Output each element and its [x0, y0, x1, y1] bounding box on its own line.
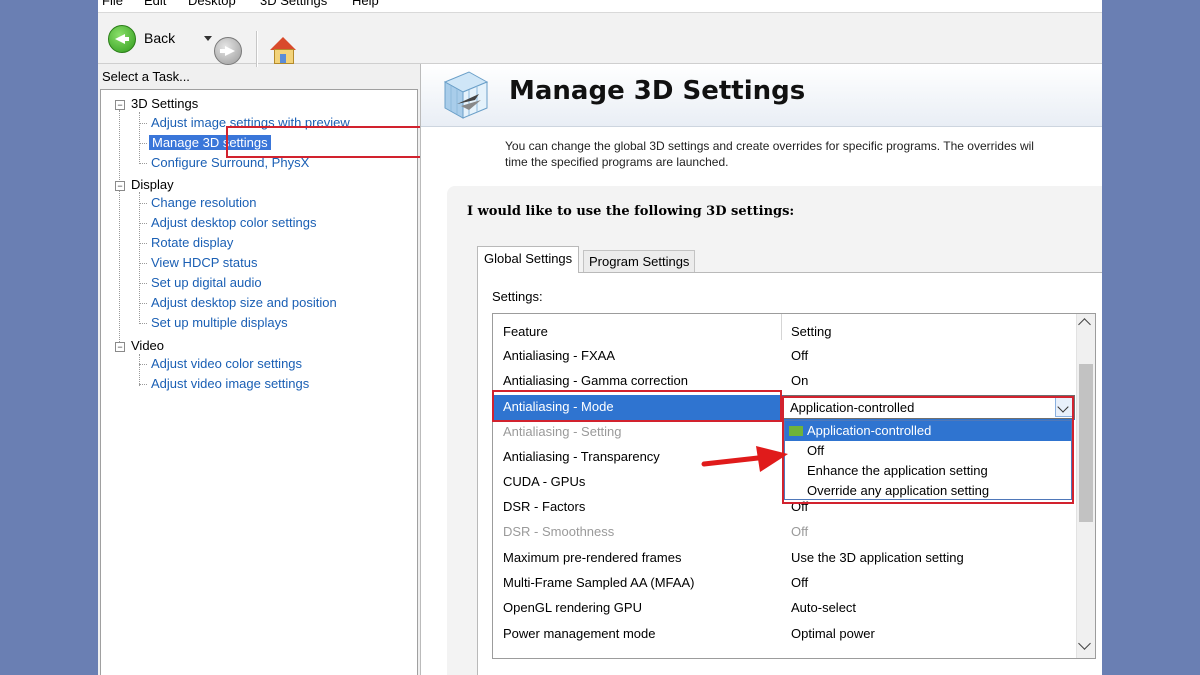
tree-branch — [139, 243, 147, 244]
tree-category-video[interactable]: Video — [131, 338, 164, 353]
tree-branch — [139, 323, 147, 324]
menu-bar: File Edit Desktop 3D Settings Help — [98, 0, 1102, 13]
home-icon-door — [280, 54, 286, 63]
tree-line — [139, 354, 140, 386]
table-row[interactable]: OpenGL rendering GPU Auto-select — [493, 596, 1075, 621]
menu-file[interactable]: File — [102, 0, 123, 8]
table-row[interactable]: Multi-Frame Sampled AA (MFAA) Off — [493, 571, 1075, 596]
table-row[interactable]: Power management mode Optimal power — [493, 622, 1075, 647]
page-description: You can change the global 3D settings an… — [505, 138, 1102, 170]
setting-cell: Use the 3D application setting — [791, 550, 964, 565]
tree-line — [119, 110, 120, 350]
task-pane-header: Select a Task... — [98, 64, 418, 88]
content-pane: Manage 3D Settings You can change the gl… — [420, 64, 1102, 675]
menu-desktop[interactable]: Desktop — [188, 0, 236, 8]
settings-label: Settings: — [492, 289, 543, 304]
scroll-down-icon[interactable] — [1078, 637, 1091, 650]
toolbar-separator — [256, 31, 258, 67]
red-arrow-icon — [701, 446, 788, 472]
forward-button[interactable] — [214, 37, 242, 65]
setting-cell: Off — [791, 524, 809, 539]
nvidia-control-panel-window: File Edit Desktop 3D Settings Help Back … — [98, 0, 1102, 675]
column-header-setting[interactable]: Setting — [791, 324, 831, 339]
table-row[interactable]: DSR - Smoothness Off — [493, 520, 1075, 545]
feature-cell: DSR - Factors — [503, 499, 586, 514]
highlight-box — [782, 396, 1074, 504]
column-header-feature[interactable]: Feature — [503, 324, 548, 339]
menu-help[interactable]: Help — [352, 0, 379, 8]
tab-program-settings[interactable]: Program Settings — [583, 250, 696, 273]
feature-cell: Antialiasing - Gamma correction — [503, 373, 688, 388]
feature-cell: Antialiasing - Transparency — [503, 449, 660, 464]
tree-branch — [139, 263, 147, 264]
tree-branch — [139, 143, 147, 144]
feature-cell: OpenGL rendering GPU — [503, 600, 642, 615]
tree-branch — [139, 364, 147, 365]
tree-category-display[interactable]: Display — [131, 177, 174, 192]
feature-cell: Antialiasing - Setting — [503, 424, 622, 439]
menu-3d-settings[interactable]: 3D Settings — [260, 0, 327, 8]
tree-line — [139, 192, 140, 324]
3d-settings-icon — [443, 71, 489, 119]
task-set-up-multiple-displays[interactable]: Set up multiple displays — [151, 315, 288, 330]
tree-branch — [139, 223, 147, 224]
feature-cell: Power management mode — [503, 626, 656, 641]
setting-cell: Off — [791, 348, 809, 363]
tree-line — [139, 112, 140, 164]
tab-global-settings[interactable]: Global Settings — [477, 246, 580, 273]
task-adjust-desktop-color[interactable]: Adjust desktop color settings — [151, 215, 316, 230]
feature-cell: Antialiasing - FXAA — [503, 348, 615, 363]
scrollbar-thumb[interactable] — [1079, 364, 1093, 522]
feature-cell: Maximum pre-rendered frames — [503, 550, 682, 565]
setting-cell: Auto-select — [791, 600, 857, 615]
back-button[interactable]: Back — [108, 24, 228, 53]
task-set-up-digital-audio[interactable]: Set up digital audio — [151, 275, 262, 290]
back-label: Back — [144, 30, 176, 46]
feature-cell: CUDA - GPUs — [503, 474, 586, 489]
setting-cell: Off — [791, 575, 809, 590]
back-arrow-icon — [108, 25, 136, 53]
task-adjust-desktop-size[interactable]: Adjust desktop size and position — [151, 295, 337, 310]
panel-heading: I would like to use the following 3D set… — [467, 204, 795, 219]
table-row[interactable]: Antialiasing - FXAA Off — [493, 344, 1075, 369]
highlight-box — [492, 390, 782, 422]
back-dropdown-icon[interactable] — [204, 36, 212, 41]
description-line: You can change the global 3D settings an… — [505, 139, 1034, 153]
setting-cell: Optimal power — [791, 626, 875, 641]
collapse-icon[interactable]: − — [115, 181, 125, 191]
feature-cell: DSR - Smoothness — [503, 524, 615, 539]
task-pane-title: Select a Task... — [102, 69, 190, 84]
task-adjust-video-image[interactable]: Adjust video image settings — [151, 376, 309, 391]
task-change-resolution[interactable]: Change resolution — [151, 195, 257, 210]
task-rotate-display[interactable]: Rotate display — [151, 235, 233, 250]
column-divider[interactable] — [781, 314, 782, 340]
scroll-up-icon[interactable] — [1078, 318, 1091, 331]
collapse-icon[interactable]: − — [115, 100, 125, 110]
description-line: time the specified programs are launched… — [505, 155, 729, 169]
task-adjust-video-color[interactable]: Adjust video color settings — [151, 356, 302, 371]
feature-cell: Multi-Frame Sampled AA (MFAA) — [503, 575, 695, 590]
page-title: Manage 3D Settings — [509, 76, 806, 106]
tree-category-3d-settings[interactable]: 3D Settings — [131, 96, 198, 111]
task-view-hdcp-status[interactable]: View HDCP status — [151, 255, 257, 270]
tree-branch — [139, 163, 147, 164]
tree-branch — [139, 384, 147, 385]
page-header: Manage 3D Settings — [421, 64, 1102, 127]
tree-branch — [139, 283, 147, 284]
tree-branch — [139, 303, 147, 304]
home-button[interactable] — [268, 35, 298, 65]
tree-branch — [139, 203, 147, 204]
tree-branch — [139, 123, 147, 124]
setting-cell: On — [791, 373, 809, 388]
toolbar: Back — [98, 13, 1102, 67]
collapse-icon[interactable]: − — [115, 342, 125, 352]
table-row[interactable]: Maximum pre-rendered frames Use the 3D a… — [493, 546, 1075, 571]
menu-edit[interactable]: Edit — [144, 0, 166, 8]
task-tree: − 3D Settings Adjust image settings with… — [100, 89, 418, 675]
vertical-scrollbar[interactable] — [1076, 314, 1095, 658]
